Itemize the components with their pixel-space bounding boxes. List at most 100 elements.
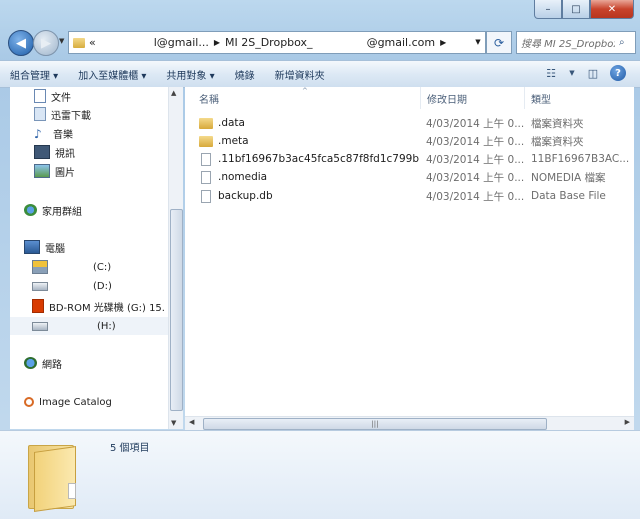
file-type: NOMEDIA 檔案 <box>531 171 606 184</box>
back-arrow-icon: ◀ <box>16 35 26 51</box>
nav-item-label: 文件 <box>51 92 71 104</box>
sort-arrow-icon: ^ <box>302 87 308 95</box>
nav-item-music[interactable]: ♪ 音樂 <box>34 124 73 142</box>
close-button[interactable]: ✕ <box>590 0 634 19</box>
chevron-right-icon[interactable]: ▶ <box>214 38 220 47</box>
nav-item-documents[interactable]: 文件 <box>34 87 71 105</box>
new-folder-button[interactable]: 新增資料夾 <box>265 67 335 82</box>
navigation-pane: 文件 迅雷下載 ♪ 音樂 視訊 圖片 家用群組 電腦 (C:) (D:) BD-R… <box>10 87 183 429</box>
file-date: 4/03/2014 上午 0... <box>426 153 525 166</box>
scroll-thumb[interactable]: ||| <box>203 418 547 430</box>
chevron-down-icon[interactable]: ▼ <box>568 66 576 80</box>
nav-item-drive-g[interactable]: BD-ROM 光碟機 (G:) 15. <box>32 297 165 315</box>
breadcrumb-item[interactable]: l@gmail... <box>154 36 209 49</box>
scroll-left-arrow-icon[interactable]: ◀ <box>189 418 194 426</box>
table-row[interactable]: backup.db 4/03/2014 上午 0... Data Base Fi… <box>185 187 634 205</box>
minimize-button[interactable]: – <box>534 0 562 19</box>
folder-icon <box>199 117 213 129</box>
large-folder-icon <box>28 439 76 512</box>
maximize-button[interactable]: □ <box>562 0 590 19</box>
breadcrumb-item[interactable]: MI 2S_Dropbox_ <box>225 36 313 49</box>
file-name: .nomedia <box>218 171 268 183</box>
breadcrumb-item[interactable]: @gmail.com <box>367 36 436 49</box>
file-name: backup.db <box>218 190 273 202</box>
video-icon <box>34 145 50 159</box>
nav-item-label: 圖片 <box>55 167 75 179</box>
nav-item-label: 電腦 <box>45 243 65 255</box>
back-button[interactable]: ◀ <box>8 30 34 56</box>
network-icon <box>24 357 37 369</box>
nav-item-label: 迅雷下載 <box>51 110 91 122</box>
column-header-type[interactable]: 類型 <box>525 87 634 109</box>
catalog-icon <box>24 397 34 407</box>
breadcrumb-prefix[interactable]: « <box>89 36 96 49</box>
forward-button[interactable]: ▶ <box>33 30 59 56</box>
computer-icon <box>24 240 40 254</box>
table-row[interactable]: .meta 4/03/2014 上午 0... 檔案資料夾 <box>185 132 634 150</box>
file-name: .meta <box>218 135 249 147</box>
view-options-icon[interactable]: ☷ <box>542 66 560 80</box>
music-icon: ♪ <box>34 127 42 141</box>
file-icon <box>201 152 211 166</box>
nav-item-label: Image Catalog <box>39 396 112 408</box>
item-count: 5 個項目 <box>110 443 150 454</box>
drive-icon <box>32 281 48 291</box>
preview-pane-icon[interactable]: ◫ <box>584 66 602 80</box>
file-list: 名稱 修改日期 類型 ^ .data 4/03/2014 上午 0... 檔案資… <box>185 87 634 429</box>
address-dropdown[interactable]: ▼ <box>472 31 484 52</box>
toolbar-right: ☷ ▼ ◫ ? <box>542 65 626 81</box>
horizontal-scrollbar[interactable]: ◀ ||| ▶ <box>185 416 634 431</box>
refresh-icon: ⟳ <box>493 35 505 50</box>
nav-item-downloads[interactable]: 迅雷下載 <box>34 105 91 123</box>
nav-item-pictures[interactable]: 圖片 <box>34 162 75 180</box>
folder-icon <box>199 135 213 147</box>
scroll-right-arrow-icon[interactable]: ▶ <box>625 418 630 426</box>
nav-item-network[interactable]: 網路 <box>24 354 62 372</box>
search-placeholder: 搜尋 MI 2S_Dropbox_... <box>521 39 615 50</box>
table-row[interactable]: .data 4/03/2014 上午 0... 檔案資料夾 <box>185 114 634 132</box>
file-date: 4/03/2014 上午 0... <box>426 117 525 130</box>
explorer-window: – □ ✕ ◀ ▶ ▼ « l@gmail... ▶ MI 2S_Dropbox… <box>0 0 640 519</box>
drive-icon <box>32 321 48 331</box>
file-type: Data Base File <box>531 190 606 202</box>
column-type-label: 類型 <box>531 94 551 106</box>
nav-item-label: BD-ROM 光碟機 (G:) 15. <box>49 302 165 314</box>
refresh-button[interactable]: ⟳ <box>486 31 512 54</box>
share-with-button[interactable]: 共用對象 ▾ <box>156 67 224 82</box>
column-header-date[interactable]: 修改日期 <box>421 87 525 109</box>
nav-scrollbar[interactable]: ▲ ▼ <box>168 87 183 429</box>
nav-item-label: 視訊 <box>55 148 75 160</box>
office-icon <box>32 299 44 313</box>
help-icon[interactable]: ? <box>610 65 626 81</box>
file-icon <box>201 170 211 184</box>
nav-item-drive-h[interactable]: (H:) <box>10 317 182 335</box>
nav-item-image-catalog[interactable]: Image Catalog <box>24 393 112 411</box>
address-bar[interactable]: « l@gmail... ▶ MI 2S_Dropbox_ @gmail.com… <box>68 31 486 54</box>
nav-item-label: 網路 <box>42 359 62 371</box>
caption-buttons: – □ ✕ <box>534 0 634 19</box>
scroll-up-arrow-icon[interactable]: ▲ <box>171 89 176 97</box>
file-type: 檔案資料夾 <box>531 135 584 148</box>
scroll-thumb[interactable] <box>170 209 183 411</box>
details-pane: 5 個項目 <box>0 430 640 519</box>
chevron-right-icon[interactable]: ▶ <box>440 38 446 47</box>
organize-button[interactable]: 組合管理 ▾ <box>0 67 68 82</box>
nav-item-videos[interactable]: 視訊 <box>34 143 75 161</box>
search-input[interactable]: 搜尋 MI 2S_Dropbox_... ⌕ <box>516 31 636 54</box>
table-row[interactable]: .nomedia 4/03/2014 上午 0... NOMEDIA 檔案 <box>185 168 634 186</box>
nav-item-homegroup[interactable]: 家用群組 <box>24 201 82 219</box>
add-to-library-button[interactable]: 加入至媒體櫃 ▾ <box>68 67 156 82</box>
recent-pages-dropdown[interactable]: ▼ <box>59 37 64 45</box>
column-name-label: 名稱 <box>199 94 219 106</box>
table-row[interactable]: .11bf16967b3ac45fca5c87f8fd1c799b 4/03/2… <box>185 150 634 168</box>
nav-item-drive-c[interactable]: (C:) <box>32 258 111 276</box>
nav-item-label: (C:) <box>93 261 112 273</box>
burn-button[interactable]: 燒錄 <box>225 67 265 82</box>
document-icon <box>34 89 46 103</box>
search-icon: ⌕ <box>619 37 625 48</box>
nav-item-label: 音樂 <box>53 129 73 141</box>
nav-item-drive-d[interactable]: (D:) <box>32 277 112 295</box>
nav-item-computer[interactable]: 電腦 <box>24 238 65 256</box>
drive-c-icon <box>32 260 48 274</box>
scroll-down-arrow-icon[interactable]: ▼ <box>171 419 176 427</box>
